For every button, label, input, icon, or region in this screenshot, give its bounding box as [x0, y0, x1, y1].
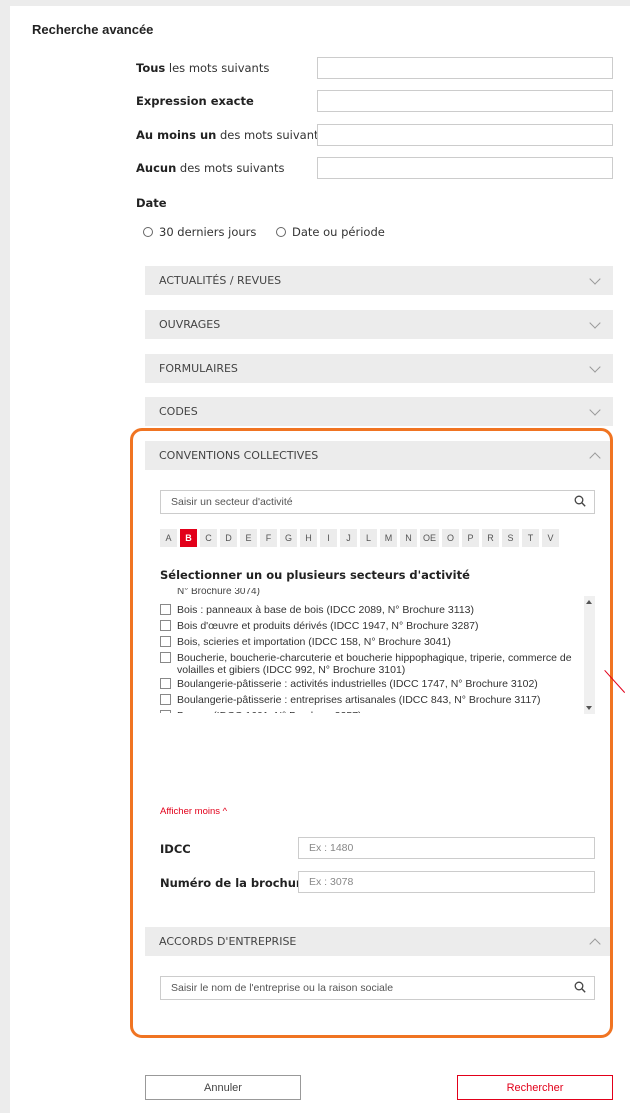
highlight-frame [130, 428, 613, 1038]
chevron-down-icon [589, 403, 601, 416]
radio-circle-icon [143, 227, 153, 237]
accordion-label: CODES [159, 405, 198, 418]
date-label: Date [136, 196, 167, 210]
chevron-down-icon [589, 360, 601, 373]
page-title: Recherche avancée [32, 22, 154, 37]
cancel-button[interactable]: Annuler [145, 1075, 301, 1100]
accordion-formulaires[interactable]: FORMULAIRES [145, 354, 613, 383]
radio-label-last-30-days: 30 derniers jours [159, 225, 257, 239]
any-words-input[interactable] [317, 124, 613, 146]
search-button[interactable]: Rechercher [457, 1075, 613, 1100]
radio-label-date-period: Date ou période [292, 225, 385, 239]
chevron-down-icon [589, 316, 601, 329]
field-exact-expression: Expression exacte [136, 90, 613, 112]
field-any-words: Au moins un des mots suivants [136, 124, 613, 146]
all-words-input[interactable] [317, 57, 613, 79]
radio-date-period[interactable]: Date ou période [276, 225, 385, 239]
chevron-down-icon [589, 272, 601, 285]
field-all-words: Tous les mots suivants [136, 57, 613, 79]
accordion-codes[interactable]: CODES [145, 397, 613, 426]
accordion-ouvrages[interactable]: OUVRAGES [145, 310, 613, 339]
accordion-label: FORMULAIRES [159, 362, 238, 375]
accordion-label: ACTUALITÉS / REVUES [159, 274, 282, 287]
exact-expression-input[interactable] [317, 90, 613, 112]
radio-circle-icon [276, 227, 286, 237]
radio-last-30-days[interactable]: 30 derniers jours [143, 225, 256, 239]
accordion-label: OUVRAGES [159, 318, 221, 331]
field-label-all-words: Tous les mots suivants [136, 61, 270, 75]
field-label-none-words: Aucun des mots suivants [136, 161, 285, 175]
none-words-input[interactable] [317, 157, 613, 179]
field-label-any-words: Au moins un des mots suivants [136, 128, 325, 142]
field-label-exact-expression: Expression exacte [136, 94, 254, 108]
field-none-words: Aucun des mots suivants [136, 157, 613, 179]
accordion-actualites[interactable]: ACTUALITÉS / REVUES [145, 266, 613, 295]
